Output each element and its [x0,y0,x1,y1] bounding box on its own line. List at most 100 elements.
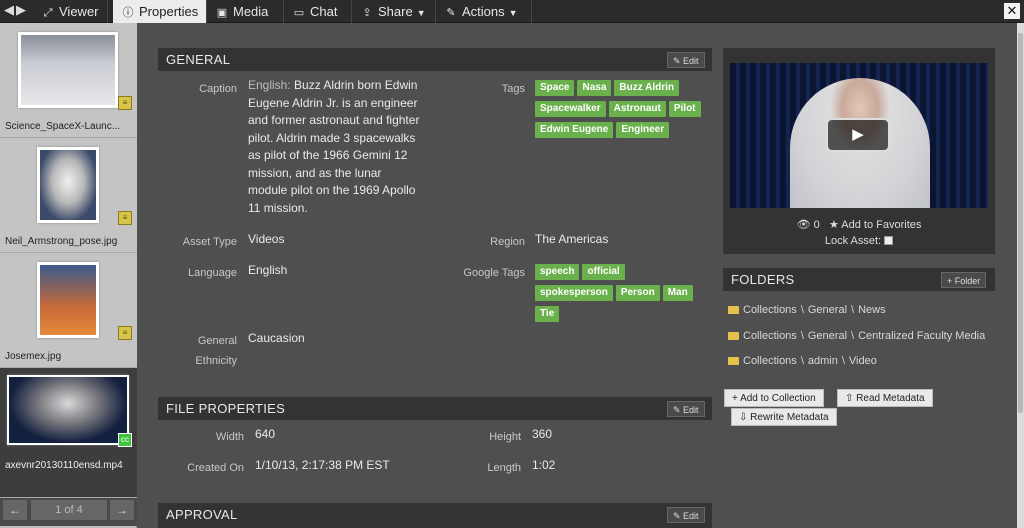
asset-thumb-item[interactable]: ≡ Josemex.jpg [0,253,137,368]
tag-chip[interactable]: spokesperson [535,285,613,301]
tab-properties[interactable]: ⓘ Properties [113,0,207,23]
language-value: English [248,263,288,277]
path-separator: \ [800,329,804,342]
play-button[interactable]: ▶ [826,118,890,152]
region-label: Region [490,236,525,248]
height-label: Height [489,431,521,443]
tab-media[interactable]: ▣ Media [207,0,284,23]
edit-icon: ✎ [673,511,684,521]
expand-icon: ⤢ [43,7,53,19]
lock-asset-row: Lock Asset: [723,235,995,247]
close-button[interactable]: ✕ [1004,3,1020,19]
asset-filename: Neil_Armstrong_pose.jpg [5,236,118,247]
nav-arrows-icon[interactable]: ◀▶ [4,2,28,18]
folder-path-link[interactable]: Collections [743,355,797,367]
top-toolbar: ◀▶ ⤢ Viewer ⓘ Properties ▣ Media ▭ Chat ⇪ Sha… [0,0,1024,23]
share-icon: ⇪ [362,7,372,19]
tag-chip[interactable]: Engineer [616,122,670,138]
tab-actions[interactable]: ✎ Actions ▼ [436,0,532,23]
path-separator: \ [851,304,855,316]
plus-icon: + [732,393,741,404]
scrollbar-thumb[interactable] [1018,33,1023,413]
edit-icon: ✎ [673,56,684,66]
asset-type-label: Asset Type [182,236,237,248]
video-stats: 👁 0 ★ Add to Favorites [723,218,995,231]
tag-chip[interactable]: Person [615,285,660,301]
google-tags-list: speech official spokesperson Person Man Tie [535,263,705,326]
width-value: 640 [255,427,276,441]
folder-path-link[interactable]: Collections [743,330,797,342]
folder-path-row: Collections \ General \ News [728,304,886,316]
asset-thumb-item[interactable]: ≡ Science_SpaceX-Launc... [0,23,137,138]
path-separator: \ [800,355,804,367]
tag-chip[interactable]: official [582,264,625,280]
folder-path-link[interactable]: Collections [743,304,797,316]
region-value: The Americas [535,232,609,246]
approval-header: APPROVAL [158,503,712,528]
prev-arrow-icon[interactable]: ← [3,500,27,520]
add-folder-button[interactable]: + Folder [941,272,987,288]
tag-chip[interactable]: Man [662,285,693,301]
asset-thumb-item-selected[interactable]: cc axevnr20130110ensd.mp4 [0,368,137,498]
folder-icon [728,331,739,340]
edit-icon: ✎ [673,405,684,415]
tag-chip[interactable]: Buzz Aldrin [614,80,679,96]
language-label: Language [188,267,237,279]
asset-filename: Science_SpaceX-Launc... [5,121,121,132]
tag-chip[interactable]: Tie [535,306,560,322]
tab-chat[interactable]: ▭ Chat [284,0,352,23]
thumbnail-image [7,375,129,445]
lock-asset-checkbox[interactable] [884,236,894,245]
asset-thumb-item[interactable]: ≡ Neil_Armstrong_pose.jpg [0,138,137,253]
rewrite-metadata-button[interactable]: ⇩ Rewrite Metadata [731,408,837,426]
tab-share[interactable]: ⇪ Share ▼ [352,0,436,23]
tag-chip[interactable]: Astronaut [608,101,666,117]
created-value: 1/10/13, 2:17:38 PM EST [255,458,390,472]
approval-edit-button[interactable]: ✎ Edit [667,507,705,523]
main-scrollbar[interactable] [1017,23,1024,528]
folder-path-link[interactable]: General [808,304,847,316]
add-to-collection-button[interactable]: + Add to Collection [724,389,824,407]
general-edit-button[interactable]: ✎ Edit [667,52,705,68]
folder-path-link[interactable]: General [808,330,847,342]
tag-chip[interactable]: Nasa [577,80,612,96]
tag-chip[interactable]: Edwin Eugene [535,122,614,138]
image-icon: ▣ [216,7,228,19]
pager: ← 1 of 4 → [0,498,137,526]
file-properties-edit-button[interactable]: ✎ Edit [667,401,705,417]
upload-icon: ⇧ [845,393,857,404]
tag-chip[interactable]: Spacewalker [535,101,606,117]
caption-badge-icon: ≡ [118,96,132,110]
tags-label: Tags [501,83,525,95]
google-tags-label: Google Tags [463,267,525,279]
thumbnail-image [18,32,118,108]
video-player[interactable]: ▶ [730,63,988,208]
ethnicity-label: General [197,335,237,347]
caption-badge-icon: ≡ [118,211,132,225]
length-label: Length [487,462,521,474]
asset-filename: Josemex.jpg [5,351,62,362]
width-label: Width [215,431,244,443]
folder-path-row: Collections \ admin \ Video [728,355,877,367]
path-separator: \ [841,355,845,367]
next-arrow-icon[interactable]: → [110,500,134,520]
read-metadata-button[interactable]: ⇧ Read Metadata [837,389,933,407]
tag-chip[interactable]: Space [535,80,575,96]
tag-chip[interactable]: Pilot [668,101,701,117]
plus-icon: + [947,276,955,286]
tag-chip[interactable]: speech [535,264,580,280]
eye-icon: 👁 [796,219,811,231]
thumbnail-image [37,262,99,338]
star-icon[interactable]: ★ [829,219,839,231]
ethnicity-label-2: Ethnicity [195,355,237,367]
tab-viewer[interactable]: ⤢ Viewer [33,0,108,23]
folder-path-link[interactable]: News [858,304,886,316]
page-indicator[interactable]: 1 of 4 [31,500,107,520]
folder-path-link[interactable]: Video [849,355,877,367]
folder-path-link[interactable]: Centralized Faculty Media [858,330,985,342]
chevron-down-icon: ▼ [416,8,426,18]
add-to-favorites-link[interactable]: Add to Favorites [841,219,921,231]
edit-icon: ✎ [446,7,456,19]
folder-icon [728,306,739,314]
folder-path-link[interactable]: admin [808,355,838,367]
